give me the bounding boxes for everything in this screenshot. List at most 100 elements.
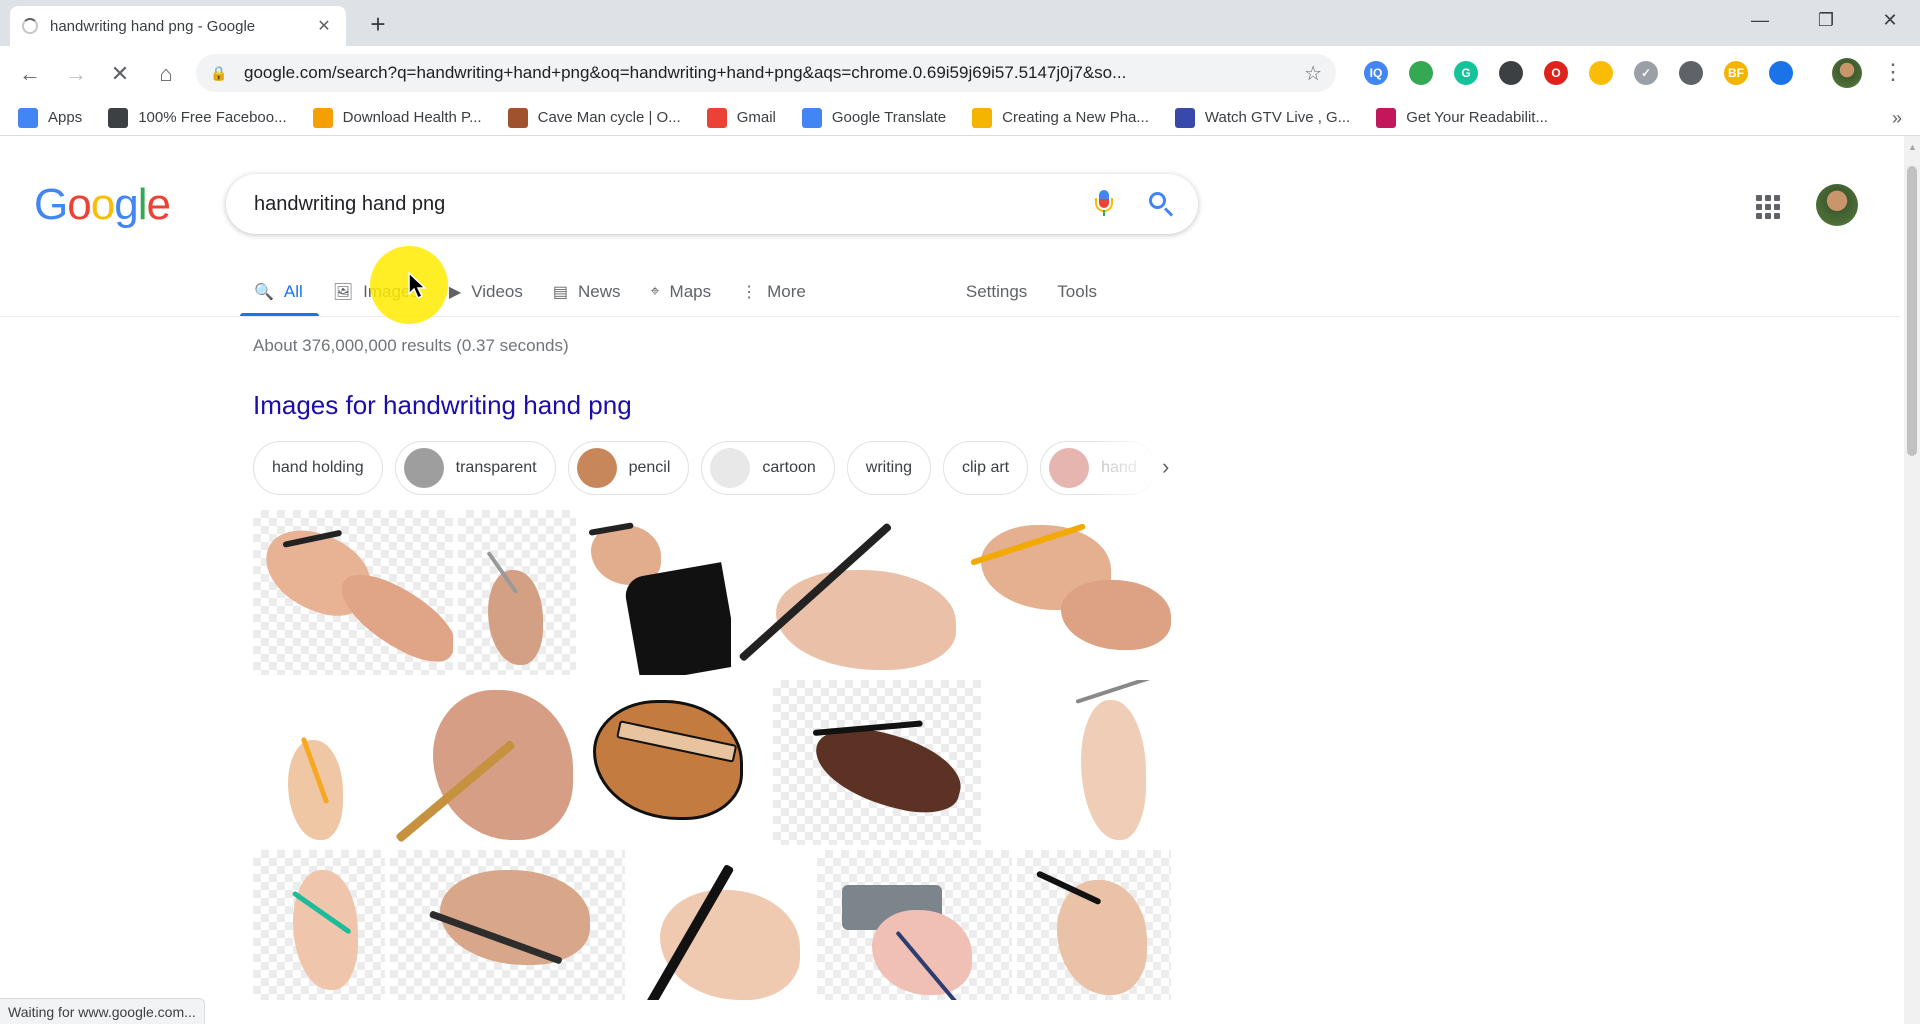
- clip-extension-icon[interactable]: [1499, 61, 1523, 85]
- bookmark-item[interactable]: Apps: [18, 107, 82, 128]
- refinement-chip[interactable]: writing: [846, 441, 931, 495]
- chips-fade: [1090, 441, 1160, 495]
- check-extension-icon[interactable]: ✓: [1634, 61, 1658, 85]
- bookmark-item[interactable]: 100% Free Faceboo...: [108, 107, 287, 128]
- scroll-up-icon[interactable]: ▲: [1908, 142, 1917, 152]
- status-bar: Waiting for www.google.com...: [0, 998, 205, 1024]
- translate-icon: [801, 107, 822, 128]
- new-tab-button[interactable]: +: [364, 9, 392, 39]
- tab-news[interactable]: ▤ News: [539, 268, 637, 316]
- search-input[interactable]: handwriting hand png: [254, 193, 1094, 216]
- bookmark-item[interactable]: Download Health P...: [312, 107, 482, 128]
- home-icon[interactable]: ⌂: [150, 58, 182, 90]
- image-result[interactable]: [253, 510, 453, 675]
- refinement-chip[interactable]: hand holding: [253, 441, 383, 495]
- account-avatar[interactable]: [1816, 184, 1858, 226]
- image-result[interactable]: [253, 680, 368, 845]
- google-apps-icon[interactable]: [1756, 195, 1780, 219]
- tab-all[interactable]: 🔍 All: [240, 268, 319, 316]
- refinement-chip[interactable]: transparent: [394, 441, 556, 495]
- image-result[interactable]: [578, 680, 768, 845]
- chip-thumbnail: [403, 448, 444, 488]
- scrollbar-thumb[interactable]: [1907, 166, 1917, 456]
- image-result[interactable]: [458, 510, 576, 675]
- images-tab-icon: 🖼: [332, 284, 354, 301]
- images-heading-link[interactable]: Images for handwriting hand png: [253, 390, 632, 421]
- bookmark-item[interactable]: Get Your Readabilit...: [1376, 107, 1548, 128]
- google-logo[interactable]: Google: [34, 180, 171, 230]
- feather-extension-icon[interactable]: [1409, 61, 1433, 85]
- apps-grid-icon: [18, 107, 38, 128]
- logo-letter: o: [90, 180, 116, 229]
- image-result[interactable]: [986, 680, 1171, 845]
- bookmarks-bar: Apps 100% Free Faceboo... Download Health …: [0, 100, 1920, 136]
- image-result[interactable]: [581, 510, 731, 675]
- tab-label: All: [283, 282, 303, 301]
- bf-extension-icon[interactable]: BF: [1724, 61, 1748, 85]
- close-tab-icon[interactable]: ✕: [314, 16, 334, 36]
- image-result[interactable]: [961, 510, 1171, 675]
- back-button[interactable]: ←: [14, 58, 46, 90]
- tab-label: News: [578, 282, 621, 301]
- bookmark-item[interactable]: Cave Man cycle | O...: [507, 107, 681, 128]
- address-bar[interactable]: 🔒 google.com/search?q=handwriting+hand+p…: [196, 54, 1336, 92]
- colorpicker-extension-icon[interactable]: [1589, 61, 1613, 85]
- loading-spinner-icon: [22, 18, 38, 34]
- bookmark-label: Cave Man cycle | O...: [537, 109, 681, 126]
- lock-icon: 🔒: [210, 64, 228, 81]
- stop-button[interactable]: ✕: [104, 58, 136, 90]
- bookmark-label: Google Translate: [831, 109, 947, 126]
- search-box[interactable]: handwriting hand png: [226, 174, 1198, 234]
- minimize-button[interactable]: —: [1732, 0, 1788, 40]
- forward-button[interactable]: →: [60, 58, 92, 90]
- url-text: google.com/search?q=handwriting+hand+png…: [244, 63, 1127, 82]
- bookmark-extension-icon[interactable]: [1769, 61, 1793, 85]
- more-bookmarks-icon[interactable]: »: [1892, 108, 1902, 129]
- tab-maps[interactable]: ⌖ Maps: [637, 268, 728, 316]
- microphone-icon[interactable]: [1094, 190, 1114, 218]
- grammarly-extension-icon[interactable]: G: [1454, 61, 1478, 85]
- bookmark-item[interactable]: Creating a New Pha...: [972, 107, 1149, 128]
- tab-tools[interactable]: Tools: [1043, 268, 1113, 316]
- bookmark-item[interactable]: Google Translate: [801, 107, 947, 128]
- profile-avatar[interactable]: [1832, 58, 1862, 88]
- image-result[interactable]: [253, 850, 385, 1000]
- image-result[interactable]: [817, 850, 1012, 1000]
- tab-videos[interactable]: ▶ Videos: [435, 268, 539, 316]
- refinement-chip[interactable]: pencil: [567, 441, 690, 495]
- restore-button[interactable]: ❐: [1798, 0, 1854, 40]
- bookmark-item[interactable]: Gmail: [706, 107, 776, 128]
- bookmark-item[interactable]: Watch GTV Live , G...: [1174, 107, 1351, 128]
- image-result[interactable]: [630, 850, 812, 1000]
- chrome-menu-icon[interactable]: ⋮: [1882, 60, 1904, 84]
- browser-tab[interactable]: handwriting hand png - Google ✕: [10, 6, 346, 46]
- logo-letter: g: [114, 180, 139, 229]
- image-result[interactable]: [1017, 850, 1171, 1000]
- opera-extension-icon[interactable]: O: [1544, 61, 1568, 85]
- more-tab-icon: ⋮: [741, 284, 758, 301]
- tab-settings[interactable]: Settings: [952, 268, 1043, 316]
- tab-title: handwriting hand png - Google: [50, 17, 256, 35]
- refinement-chip[interactable]: clip art: [943, 441, 1029, 495]
- image-result[interactable]: [736, 510, 956, 675]
- chevron-right-icon[interactable]: ›: [1162, 454, 1169, 480]
- page-scrollbar[interactable]: ▲: [1904, 136, 1920, 1024]
- iq-extension-icon[interactable]: IQ: [1364, 61, 1388, 85]
- chip-label: clip art: [962, 459, 1010, 476]
- search-icon[interactable]: [1148, 191, 1174, 217]
- bookmark-star-icon[interactable]: ☆: [1304, 61, 1322, 86]
- refinement-chip[interactable]: cartoon: [701, 441, 835, 495]
- image-result[interactable]: [390, 850, 625, 1000]
- tab-more[interactable]: ⋮ More: [727, 268, 822, 316]
- logo-letter: o: [67, 180, 92, 229]
- slides-icon: [972, 107, 993, 128]
- vpn-extension-icon[interactable]: [1679, 61, 1703, 85]
- bookmark-label: Watch GTV Live , G...: [1204, 109, 1351, 126]
- close-window-button[interactable]: ✕: [1862, 0, 1918, 40]
- bookmark-label: 100% Free Faceboo...: [138, 109, 287, 126]
- image-refinement-chips: hand holding transparent pencil cartoon writ…: [253, 441, 1168, 495]
- chip-label: pencil: [628, 459, 671, 476]
- image-result[interactable]: [373, 680, 573, 845]
- browser-toolbar: ← → ✕ ⌂ 🔒 google.com/search?q=handwritin…: [0, 46, 1920, 100]
- image-result[interactable]: [773, 680, 981, 845]
